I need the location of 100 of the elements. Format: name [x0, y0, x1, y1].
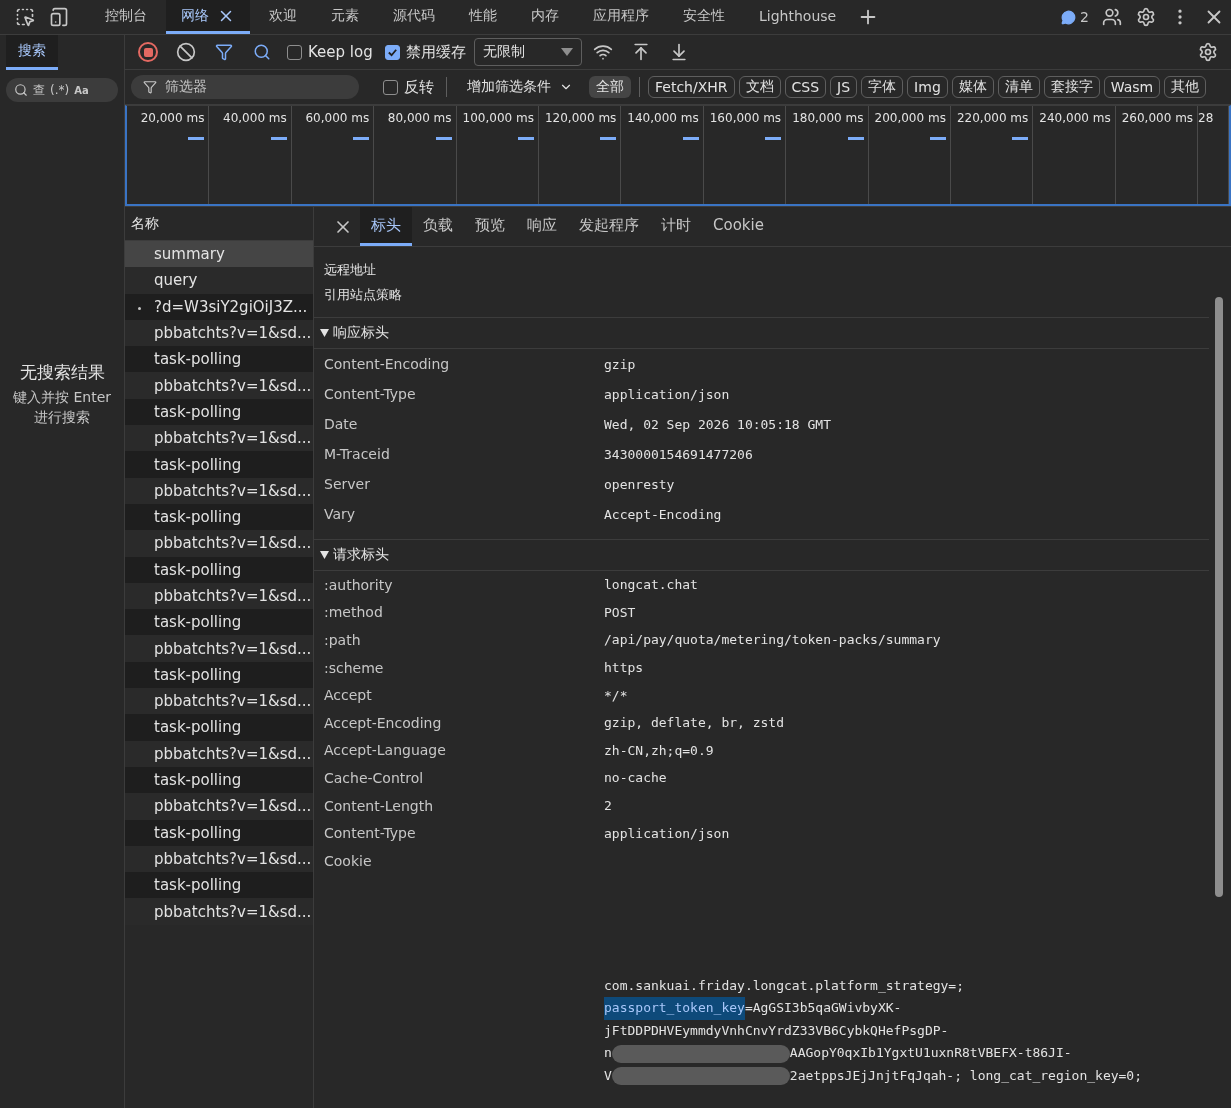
header-value: no-cache [604, 770, 667, 786]
panel-tab[interactable]: 网络 [166, 0, 250, 34]
header-name: :path [324, 632, 362, 648]
request-row[interactable]: task-polling [125, 872, 313, 899]
panel-tab[interactable]: 欢迎 [254, 0, 312, 34]
more-filters-button[interactable]: 增加筛选条件 [455, 78, 585, 96]
request-row[interactable]: task-polling [125, 609, 313, 636]
request-row[interactable]: task-polling [125, 503, 313, 531]
header-name: M-Traceid [324, 446, 391, 462]
type-filter-chip[interactable]: 套接字 [1043, 76, 1100, 98]
header-value: gzip [604, 356, 636, 372]
throttle-select[interactable]: 无限制 [473, 38, 582, 66]
type-filter-chip[interactable]: Fetch/XHR [648, 76, 735, 98]
panel-tab[interactable]: 源代码 [378, 0, 450, 34]
type-filter-chip[interactable]: CSS [784, 76, 827, 98]
record-button[interactable] [138, 42, 158, 62]
cookie-text: jFtDDPDHVEymmdyVnhCnvYrdZ33VB6CybkQHefPsgDP- [604, 1021, 949, 1040]
header-value: POST [604, 604, 636, 620]
panel-tab[interactable]: 内存 [516, 0, 574, 34]
select-value: 无限制 [482, 43, 525, 61]
detail-tab[interactable]: 标头 [360, 207, 412, 246]
request-row[interactable]: task-polling [125, 451, 313, 478]
request-mark [682, 137, 699, 140]
header-value: longcat.chat [604, 577, 698, 593]
caret-icon [560, 48, 573, 56]
detail-tab[interactable]: Cookie [702, 207, 775, 246]
request-mark [929, 137, 946, 140]
type-filter-chip[interactable]: 字体 [861, 76, 904, 98]
section-header[interactable]: 请求标头 [314, 539, 1209, 571]
header-value: Wed, 02 Sep 2026 10:05:18 GMT [604, 416, 831, 432]
case-toggle[interactable]: Aa [74, 84, 89, 96]
header-name: :authority [324, 576, 394, 593]
request-mark [847, 137, 864, 140]
header-name: Content-Type [324, 825, 417, 842]
request-row[interactable]: ?d=W3siY2giOiJ3Z... [125, 293, 313, 320]
side-tab[interactable]: 搜索 [6, 35, 58, 70]
type-filter-chip[interactable]: JS [830, 76, 858, 98]
tick-label: 40,000 ms [223, 111, 288, 125]
tick-label: 140,000 ms [627, 111, 700, 125]
filter-field[interactable]: 筛选器 [131, 75, 359, 99]
request-row[interactable]: task-polling [125, 398, 313, 426]
type-filter-chip[interactable]: Img [907, 76, 948, 98]
general-label: 引用站点策略 [323, 285, 403, 304]
request-row[interactable]: task-polling [125, 714, 313, 741]
keep-log-checkbox[interactable]: Keep log [283, 43, 377, 61]
section-title: 请求标头 [333, 546, 389, 564]
request-row[interactable]: summary [125, 241, 313, 268]
detail-tab[interactable]: 预览 [464, 207, 516, 246]
header-name: Date [324, 416, 359, 432]
section-title: 响应标头 [333, 324, 389, 342]
request-mark [765, 137, 782, 140]
regex-toggle[interactable]: (.*) [50, 83, 70, 97]
panel-tab[interactable]: 控制台 [90, 0, 162, 34]
header-value: openresty [604, 476, 675, 492]
scrollbar[interactable] [1215, 297, 1223, 897]
type-filter-chip[interactable]: 全部 [589, 76, 631, 98]
issues-counter[interactable]: 2 [1055, 0, 1095, 34]
detail-tab[interactable]: 发起程序 [568, 207, 650, 246]
detail-tab[interactable]: 计时 [650, 207, 702, 246]
type-filter-chip[interactable]: 文档 [738, 76, 781, 98]
cookie-text: =AgGSI3b5qaGWivbyXK- [744, 999, 902, 1018]
tick-label: 240,000 ms [1039, 111, 1112, 125]
header-value: 3430000154691477206 [604, 446, 753, 462]
tick-label: 260,000 ms [1121, 111, 1195, 125]
request-row[interactable]: task-polling [125, 661, 313, 689]
detail-tab[interactable]: 响应 [516, 207, 568, 246]
header-value: zh-CN,zh;q=0.9 [604, 742, 714, 758]
cookie-text: V [604, 1066, 612, 1085]
request-mark [1012, 137, 1029, 140]
type-filter-chip[interactable]: 其他 [1164, 76, 1207, 98]
header-name: Server [324, 476, 371, 492]
empty-hint: 键入并按 Enter 进行搜索 [12, 387, 112, 427]
triangle-icon [320, 329, 329, 337]
section-header[interactable]: 响应标头 [314, 317, 1209, 349]
type-filter-chip[interactable]: Wasm [1103, 76, 1161, 98]
panel-tab[interactable]: Lighthouse [744, 0, 852, 34]
panel-tab[interactable]: 元素 [316, 0, 374, 34]
panel-tab[interactable]: 安全性 [668, 0, 740, 34]
panel-tab[interactable]: 应用程序 [578, 0, 664, 34]
header-value: https [604, 660, 644, 676]
detail-tab[interactable]: 负载 [412, 207, 464, 246]
request-row[interactable]: task-polling [125, 556, 313, 583]
panel-tab[interactable]: 性能 [454, 0, 512, 34]
type-filter-chip[interactable]: 清单 [997, 76, 1040, 98]
request-mark [517, 137, 534, 140]
invert-checkbox[interactable]: 反转 [379, 77, 438, 97]
tick-label: 160,000 ms [709, 111, 783, 125]
request-row[interactable]: task-polling [125, 819, 313, 846]
request-row[interactable]: task-polling [125, 346, 313, 373]
request-row[interactable]: task-polling [125, 766, 313, 794]
header-value: 2 [604, 798, 612, 814]
tick-label: 220,000 ms [956, 111, 1030, 125]
checkmark-icon [386, 46, 398, 58]
disable-cache-checkbox[interactable]: 禁用缓存 [380, 42, 470, 62]
type-filter-chip[interactable]: 媒体 [951, 76, 994, 98]
cookie-text: 2aetppsJEjJnjtFqJqah-; long_cat_region_key=0; [789, 1066, 1143, 1085]
cookie-text: n [604, 1044, 612, 1063]
search-field[interactable]: 查 (.*) Aa [6, 78, 118, 102]
header-name: Cache-Control [324, 769, 425, 786]
message-icon [1061, 9, 1077, 25]
